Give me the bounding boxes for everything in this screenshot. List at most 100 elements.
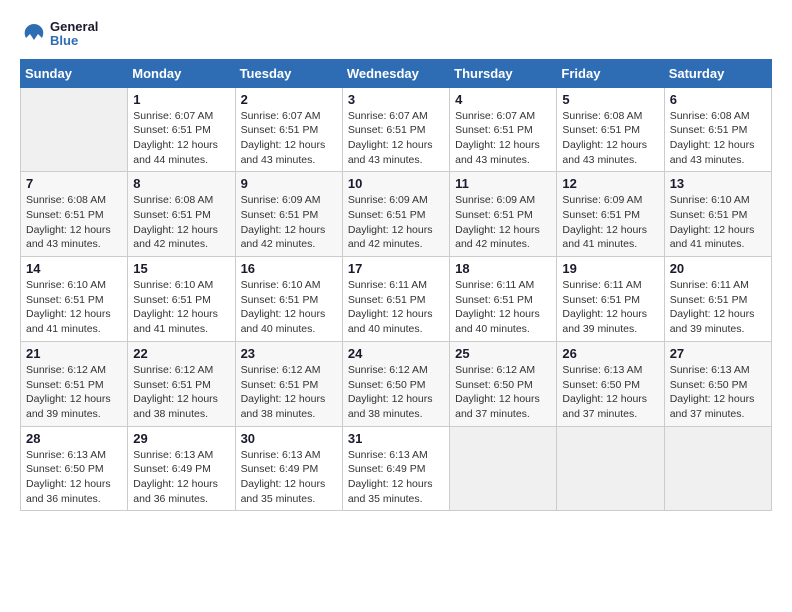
calendar-cell: 29 Sunrise: 6:13 AM Sunset: 6:49 PM Dayli… — [128, 426, 235, 511]
calendar-cell: 23 Sunrise: 6:12 AM Sunset: 6:51 PM Dayli… — [235, 341, 342, 426]
calendar-week-row: 21 Sunrise: 6:12 AM Sunset: 6:51 PM Dayli… — [21, 341, 772, 426]
day-number: 11 — [455, 176, 551, 191]
day-number: 5 — [562, 92, 658, 107]
day-number: 22 — [133, 346, 229, 361]
calendar-cell: 8 Sunrise: 6:08 AM Sunset: 6:51 PM Daylig… — [128, 172, 235, 257]
day-number: 13 — [670, 176, 766, 191]
day-info: Sunrise: 6:09 AM Sunset: 6:51 PM Dayligh… — [562, 193, 658, 252]
calendar-cell: 20Sunrise: 6:11 AM Sunset: 6:51 PM Dayli… — [664, 257, 771, 342]
day-number: 26 — [562, 346, 658, 361]
day-number: 24 — [348, 346, 444, 361]
calendar-cell: 1Sunrise: 6:07 AM Sunset: 6:51 PM Daylig… — [128, 87, 235, 172]
calendar-cell — [450, 426, 557, 511]
day-info: Sunrise: 6:09 AM Sunset: 6:51 PM Dayligh… — [455, 193, 551, 252]
logo-bird-icon — [20, 20, 48, 48]
calendar-cell — [21, 87, 128, 172]
day-info: Sunrise: 6:08 AM Sunset: 6:51 PM Dayligh… — [670, 109, 766, 168]
calendar-header-row: SundayMondayTuesdayWednesdayThursdayFrid… — [21, 59, 772, 87]
calendar-cell: 2 Sunrise: 6:07 AM Sunset: 6:51 PM Daylig… — [235, 87, 342, 172]
day-number: 12 — [562, 176, 658, 191]
day-info: Sunrise: 6:11 AM Sunset: 6:51 PM Dayligh… — [348, 278, 444, 337]
day-info: Sunrise: 6:08 AM Sunset: 6:51 PM Dayligh… — [26, 193, 122, 252]
logo-text: General Blue — [20, 20, 98, 49]
calendar-cell: 4 Sunrise: 6:07 AM Sunset: 6:51 PM Daylig… — [450, 87, 557, 172]
day-number: 31 — [348, 431, 444, 446]
day-number: 25 — [455, 346, 551, 361]
day-number: 21 — [26, 346, 122, 361]
day-info: Sunrise: 6:11 AM Sunset: 6:51 PM Dayligh… — [562, 278, 658, 337]
calendar-cell: 26 Sunrise: 6:13 AM Sunset: 6:50 PM Dayli… — [557, 341, 664, 426]
day-number: 4 — [455, 92, 551, 107]
calendar-cell: 13 Sunrise: 6:10 AM Sunset: 6:51 PM Dayli… — [664, 172, 771, 257]
day-number: 20 — [670, 261, 766, 276]
calendar-table: SundayMondayTuesdayWednesdayThursdayFrid… — [20, 59, 772, 512]
day-info: Sunrise: 6:12 AM Sunset: 6:51 PM Dayligh… — [241, 363, 337, 422]
calendar-cell: 12 Sunrise: 6:09 AM Sunset: 6:51 PM Dayli… — [557, 172, 664, 257]
day-info: Sunrise: 6:12 AM Sunset: 6:50 PM Dayligh… — [348, 363, 444, 422]
day-number: 18 — [455, 261, 551, 276]
day-number: 9 — [241, 176, 337, 191]
day-info: Sunrise: 6:08 AM Sunset: 6:51 PM Dayligh… — [562, 109, 658, 168]
day-number: 6 — [670, 92, 766, 107]
day-info: Sunrise: 6:10 AM Sunset: 6:51 PM Dayligh… — [26, 278, 122, 337]
day-info: Sunrise: 6:07 AM Sunset: 6:51 PM Dayligh… — [133, 109, 229, 168]
weekday-header-wednesday: Wednesday — [342, 59, 449, 87]
day-info: Sunrise: 6:13 AM Sunset: 6:50 PM Dayligh… — [670, 363, 766, 422]
calendar-cell — [664, 426, 771, 511]
day-info: Sunrise: 6:08 AM Sunset: 6:51 PM Dayligh… — [133, 193, 229, 252]
day-info: Sunrise: 6:07 AM Sunset: 6:51 PM Dayligh… — [241, 109, 337, 168]
calendar-cell: 7 Sunrise: 6:08 AM Sunset: 6:51 PM Daylig… — [21, 172, 128, 257]
day-number: 19 — [562, 261, 658, 276]
calendar-week-row: 14 Sunrise: 6:10 AM Sunset: 6:51 PM Dayli… — [21, 257, 772, 342]
calendar-cell: 28 Sunrise: 6:13 AM Sunset: 6:50 PM Dayli… — [21, 426, 128, 511]
page-header: General Blue — [20, 20, 772, 49]
day-info: Sunrise: 6:09 AM Sunset: 6:51 PM Dayligh… — [241, 193, 337, 252]
day-number: 27 — [670, 346, 766, 361]
day-number: 15 — [133, 261, 229, 276]
calendar-cell: 31 Sunrise: 6:13 AM Sunset: 6:49 PM Dayli… — [342, 426, 449, 511]
day-number: 23 — [241, 346, 337, 361]
calendar-week-row: 28 Sunrise: 6:13 AM Sunset: 6:50 PM Dayli… — [21, 426, 772, 511]
calendar-cell: 15Sunrise: 6:10 AM Sunset: 6:51 PM Dayli… — [128, 257, 235, 342]
day-info: Sunrise: 6:13 AM Sunset: 6:50 PM Dayligh… — [26, 448, 122, 507]
calendar-cell: 24 Sunrise: 6:12 AM Sunset: 6:50 PM Dayli… — [342, 341, 449, 426]
calendar-cell: 9 Sunrise: 6:09 AM Sunset: 6:51 PM Daylig… — [235, 172, 342, 257]
calendar-cell: 18 Sunrise: 6:11 AM Sunset: 6:51 PM Dayli… — [450, 257, 557, 342]
calendar-cell: 10Sunrise: 6:09 AM Sunset: 6:51 PM Dayli… — [342, 172, 449, 257]
calendar-cell: 16 Sunrise: 6:10 AM Sunset: 6:51 PM Dayli… — [235, 257, 342, 342]
calendar-cell: 25 Sunrise: 6:12 AM Sunset: 6:50 PM Dayli… — [450, 341, 557, 426]
calendar-week-row: 1Sunrise: 6:07 AM Sunset: 6:51 PM Daylig… — [21, 87, 772, 172]
day-number: 17 — [348, 261, 444, 276]
calendar-cell: 5 Sunrise: 6:08 AM Sunset: 6:51 PM Daylig… — [557, 87, 664, 172]
day-info: Sunrise: 6:07 AM Sunset: 6:51 PM Dayligh… — [348, 109, 444, 168]
day-number: 16 — [241, 261, 337, 276]
weekday-header-sunday: Sunday — [21, 59, 128, 87]
day-info: Sunrise: 6:13 AM Sunset: 6:49 PM Dayligh… — [348, 448, 444, 507]
day-info: Sunrise: 6:10 AM Sunset: 6:51 PM Dayligh… — [241, 278, 337, 337]
day-info: Sunrise: 6:12 AM Sunset: 6:50 PM Dayligh… — [455, 363, 551, 422]
day-info: Sunrise: 6:13 AM Sunset: 6:50 PM Dayligh… — [562, 363, 658, 422]
weekday-header-thursday: Thursday — [450, 59, 557, 87]
day-number: 8 — [133, 176, 229, 191]
day-info: Sunrise: 6:12 AM Sunset: 6:51 PM Dayligh… — [133, 363, 229, 422]
day-number: 10 — [348, 176, 444, 191]
calendar-cell — [557, 426, 664, 511]
weekday-header-tuesday: Tuesday — [235, 59, 342, 87]
day-info: Sunrise: 6:13 AM Sunset: 6:49 PM Dayligh… — [133, 448, 229, 507]
day-info: Sunrise: 6:11 AM Sunset: 6:51 PM Dayligh… — [455, 278, 551, 337]
calendar-cell: 11 Sunrise: 6:09 AM Sunset: 6:51 PM Dayli… — [450, 172, 557, 257]
calendar-cell: 21Sunrise: 6:12 AM Sunset: 6:51 PM Dayli… — [21, 341, 128, 426]
logo: General Blue — [20, 20, 98, 49]
day-number: 2 — [241, 92, 337, 107]
calendar-cell: 6 Sunrise: 6:08 AM Sunset: 6:51 PM Daylig… — [664, 87, 771, 172]
weekday-header-monday: Monday — [128, 59, 235, 87]
day-number: 28 — [26, 431, 122, 446]
day-number: 29 — [133, 431, 229, 446]
day-info: Sunrise: 6:10 AM Sunset: 6:51 PM Dayligh… — [670, 193, 766, 252]
day-info: Sunrise: 6:07 AM Sunset: 6:51 PM Dayligh… — [455, 109, 551, 168]
day-number: 7 — [26, 176, 122, 191]
calendar-cell: 3Sunrise: 6:07 AM Sunset: 6:51 PM Daylig… — [342, 87, 449, 172]
day-number: 14 — [26, 261, 122, 276]
day-number: 30 — [241, 431, 337, 446]
calendar-cell: 19 Sunrise: 6:11 AM Sunset: 6:51 PM Dayli… — [557, 257, 664, 342]
